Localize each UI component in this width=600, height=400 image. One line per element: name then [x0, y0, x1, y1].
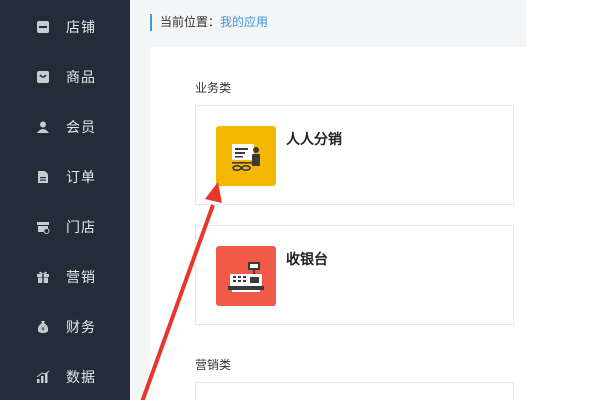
sidebar-item-finance[interactable]: ¥ 财务 — [0, 302, 130, 352]
sidebar-item-data[interactable]: 数据 — [0, 352, 130, 400]
sidebar-item-label: 财务 — [66, 320, 96, 336]
goods-icon — [36, 70, 50, 84]
cash-register-icon — [216, 246, 276, 306]
app-card-partial[interactable] — [195, 382, 514, 400]
money-bag-icon: ¥ — [36, 320, 50, 334]
chart-icon — [36, 370, 50, 384]
sidebar-item-order[interactable]: 订单 — [0, 152, 130, 202]
order-icon — [36, 170, 50, 184]
member-icon — [36, 120, 50, 134]
app-card-distribution[interactable]: 人人分销 — [195, 105, 514, 205]
app-card-cash-register[interactable]: 收银台 — [195, 225, 514, 325]
sidebar: 店铺 商品 会员 订单 门店 营销 ¥ 财务 数据 — [0, 0, 130, 400]
section-title-business: 业务类 — [195, 81, 232, 95]
breadcrumb-current-link[interactable]: 我的应用 — [220, 15, 268, 29]
section-title-marketing: 营销类 — [195, 358, 232, 372]
sidebar-item-store[interactable]: 店铺 — [0, 2, 130, 52]
sidebar-item-label: 商品 — [66, 70, 96, 86]
svg-text:¥: ¥ — [41, 326, 45, 333]
left-gutter — [130, 47, 150, 400]
distribution-icon — [216, 126, 276, 186]
breadcrumb: 当前位置：我的应用 — [160, 14, 268, 31]
breadcrumb-bar: 当前位置：我的应用 — [130, 0, 526, 47]
app-list-panel — [150, 47, 526, 400]
sidebar-item-goods[interactable]: 商品 — [0, 52, 130, 102]
breadcrumb-prefix: 当前位置： — [160, 15, 221, 29]
sidebar-item-label: 会员 — [66, 120, 96, 136]
sidebar-item-marketing[interactable]: 营销 — [0, 252, 130, 302]
sidebar-item-label: 营销 — [66, 270, 96, 286]
sidebar-item-shop[interactable]: 门店 — [0, 202, 130, 252]
sidebar-item-label: 门店 — [66, 220, 96, 236]
sidebar-item-member[interactable]: 会员 — [0, 102, 130, 152]
gift-icon — [36, 270, 50, 284]
app-name: 人人分销 — [286, 132, 342, 148]
app-name: 收银台 — [286, 252, 328, 268]
sidebar-item-label: 订单 — [66, 170, 96, 186]
sidebar-item-label: 数据 — [66, 370, 96, 386]
sidebar-item-label: 店铺 — [66, 20, 96, 36]
store-icon — [36, 20, 50, 34]
shop-icon — [36, 220, 50, 234]
